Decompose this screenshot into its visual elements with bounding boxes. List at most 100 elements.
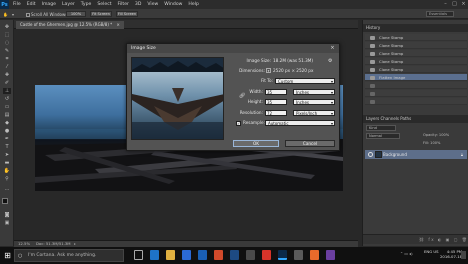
screen-mode-icon[interactable]: ▣ [3, 220, 11, 226]
marquee-tool-icon[interactable]: ⬚ [3, 32, 11, 38]
file-explorer-icon[interactable] [166, 250, 175, 260]
layers-panel-tabs[interactable]: Layers Channels Paths [363, 115, 468, 123]
clock[interactable]: 4:45 PM 2016-07-18 [440, 249, 462, 259]
zoom-100-button[interactable]: 100% [66, 11, 86, 17]
app-icon[interactable] [246, 250, 255, 260]
eraser-tool-icon[interactable]: ▭ [3, 104, 11, 110]
quick-mask-icon[interactable]: ◙ [3, 212, 11, 218]
menu-edit[interactable]: Edit [27, 2, 36, 7]
menu-view[interactable]: View [147, 2, 158, 7]
crop-tool-icon[interactable]: ⌗ [3, 56, 11, 62]
height-input[interactable]: 35 [265, 99, 287, 105]
edit-toolbar-icon[interactable]: … [3, 186, 11, 192]
resample-select[interactable]: Automatic [265, 120, 335, 126]
minimize-icon[interactable]: – [441, 0, 450, 9]
task-view-icon[interactable] [134, 250, 143, 260]
notification-center-icon[interactable] [461, 251, 466, 259]
hand-tool-icon[interactable]: ✋ [3, 168, 11, 174]
menu-select[interactable]: Select [97, 2, 111, 7]
visibility-eye-icon[interactable] [368, 152, 373, 157]
resolution-input[interactable]: 72 [265, 110, 287, 116]
pen-tool-icon[interactable]: ✒ [3, 136, 11, 142]
foreground-color-swatch[interactable] [2, 198, 8, 204]
gradient-tool-icon[interactable]: ▤ [3, 112, 11, 118]
menu-help[interactable]: Help [188, 2, 198, 7]
image-preview[interactable] [131, 57, 224, 140]
clone-stamp-tool-icon[interactable]: ⊥ [3, 88, 11, 94]
layer-filter-select[interactable]: Kind [366, 125, 396, 131]
menu-file[interactable]: File [13, 2, 21, 7]
menu-type[interactable]: Type [81, 2, 92, 7]
fit-screen-button[interactable]: Fit Screen [90, 11, 112, 17]
menu-window[interactable]: Window [164, 2, 182, 7]
maximize-icon[interactable]: □ [450, 0, 459, 9]
photoshop-taskbar-icon[interactable] [278, 250, 287, 260]
menu-filter[interactable]: Filter [118, 2, 129, 7]
dimensions-dropdown-icon[interactable]: ▾ [266, 68, 271, 73]
fill-control[interactable]: Fill: 100% [423, 141, 440, 145]
layers-footer-icons[interactable]: ⛓ fx ◐ ▣ ▢ 🗑︎ [363, 234, 468, 244]
tool-preset-dropdown-icon[interactable]: ▾ [12, 11, 14, 18]
mail-icon[interactable] [198, 250, 207, 260]
cortana-search-box[interactable]: ○ I'm Cortana. Ask me anything. [14, 249, 124, 262]
app-icon[interactable] [294, 250, 303, 260]
history-item[interactable]: Clone Stamp [365, 58, 467, 65]
windows-start-icon[interactable]: ⊞ [2, 250, 13, 261]
opacity-control[interactable]: Opacity: 100% [423, 133, 449, 137]
brush-tool-icon[interactable]: ✐ [3, 80, 11, 86]
hand-tool-icon[interactable]: ✋ [3, 11, 8, 18]
width-unit-select[interactable]: Inches [293, 89, 335, 95]
quick-select-tool-icon[interactable]: ✎ [3, 48, 11, 54]
zoom-tool-icon[interactable]: ⚲ [3, 176, 11, 182]
history-item[interactable]: Clone Stamp [365, 42, 467, 49]
history-item[interactable]: Clone Stamp [365, 50, 467, 57]
history-item[interactable]: Clone Stamp [365, 34, 467, 41]
move-tool-icon[interactable]: ✥ [3, 24, 11, 30]
blur-tool-icon[interactable]: ◆ [3, 120, 11, 126]
store-icon[interactable] [182, 250, 191, 260]
fill-screen-button[interactable]: Fill Screen [116, 11, 138, 17]
fit-to-select[interactable]: Custom [275, 78, 335, 84]
type-tool-icon[interactable]: T [3, 144, 11, 150]
chrome-icon[interactable] [262, 250, 271, 260]
history-item[interactable] [365, 98, 467, 105]
menu-layer[interactable]: Layer [62, 2, 75, 7]
edge-browser-icon[interactable] [150, 250, 159, 260]
menu-image[interactable]: Image [42, 2, 56, 7]
resolution-unit-select[interactable]: Pixels/Inch [293, 110, 335, 116]
language-indicator[interactable]: ENG US [424, 249, 439, 254]
workspace-select[interactable]: Essentials [426, 11, 454, 17]
lock-icon[interactable]: 🔒︎ [461, 150, 463, 159]
scroll-all-checkbox[interactable]: Scroll All Windows [26, 11, 67, 18]
office-icon[interactable] [214, 250, 223, 260]
dialog-close-icon[interactable]: × [329, 45, 336, 52]
history-item[interactable] [365, 90, 467, 97]
path-select-tool-icon[interactable]: ➤ [3, 152, 11, 158]
cancel-button[interactable]: Cancel [285, 140, 335, 147]
resample-checkbox[interactable]: ✓ [236, 121, 241, 126]
layer-row-background[interactable]: Background 🔒︎ [365, 150, 467, 159]
tray-icons[interactable]: ⌃ ▭ ◂) [400, 251, 413, 256]
close-tab-icon[interactable]: × [116, 22, 119, 27]
app-icon[interactable] [326, 250, 335, 260]
ok-button[interactable]: OK [233, 140, 279, 147]
history-brush-tool-icon[interactable]: ↺ [3, 96, 11, 102]
healing-brush-tool-icon[interactable]: ✚ [3, 72, 11, 78]
word-icon[interactable] [230, 250, 239, 260]
app-icon[interactable] [310, 250, 319, 260]
shape-tool-icon[interactable]: ▬ [3, 160, 11, 166]
blend-mode-select[interactable]: Normal [366, 133, 400, 139]
document-tab[interactable]: Castle of the Ghermen.jpg @ 12.5% (RGB/8… [16, 21, 124, 29]
gear-icon[interactable]: ⚙ [328, 58, 332, 64]
height-unit-select[interactable]: Inches [293, 99, 335, 105]
history-item[interactable] [365, 82, 467, 89]
close-icon[interactable]: × [459, 0, 468, 9]
history-item-selected[interactable]: Flatten Image [365, 74, 467, 81]
width-input[interactable]: 35 [265, 89, 287, 95]
menu-3d[interactable]: 3D [135, 2, 141, 7]
history-panel-header[interactable]: History [363, 24, 468, 32]
dodge-tool-icon[interactable]: ● [3, 128, 11, 134]
lasso-tool-icon[interactable]: ◌ [3, 40, 11, 46]
history-item[interactable]: Clone Stamp [365, 66, 467, 73]
eyedropper-tool-icon[interactable]: ⁄ [3, 64, 11, 70]
